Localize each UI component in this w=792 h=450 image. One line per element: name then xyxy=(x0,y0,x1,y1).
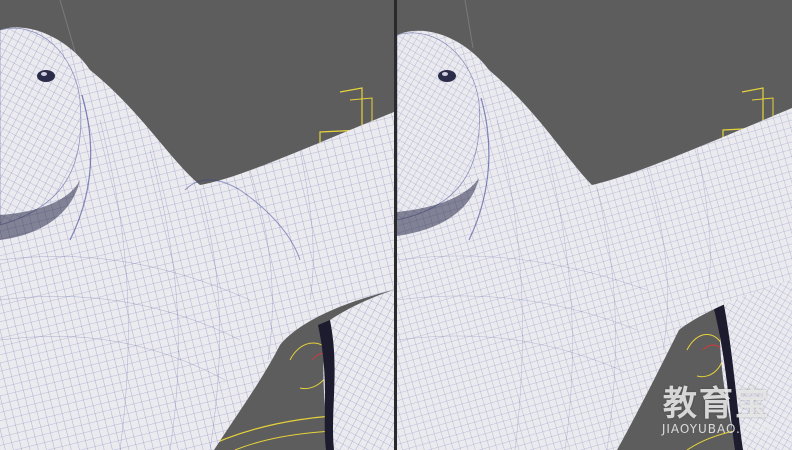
watermark-logo: 教育宝 JIAOYUBAO.COM xyxy=(662,386,772,436)
viewport-right-canvas xyxy=(397,0,792,450)
eye xyxy=(438,70,456,82)
eye xyxy=(37,70,55,82)
watermark-sub-text: JIAOYUBAO.COM xyxy=(661,422,772,436)
watermark-main-text: 教育宝 xyxy=(662,384,771,424)
yellow-curve xyxy=(686,334,725,378)
control-frame xyxy=(349,97,373,122)
eye-highlight xyxy=(442,72,448,76)
viewport-left-canvas xyxy=(0,0,394,450)
red-curve xyxy=(702,344,724,355)
grid-line xyxy=(464,0,474,49)
limb-shadow xyxy=(318,320,335,450)
viewport-left[interactable] xyxy=(0,0,394,450)
eye-highlight xyxy=(41,72,47,76)
viewport-right[interactable]: 教育宝 JIAOYUBAO.COM xyxy=(397,0,792,450)
